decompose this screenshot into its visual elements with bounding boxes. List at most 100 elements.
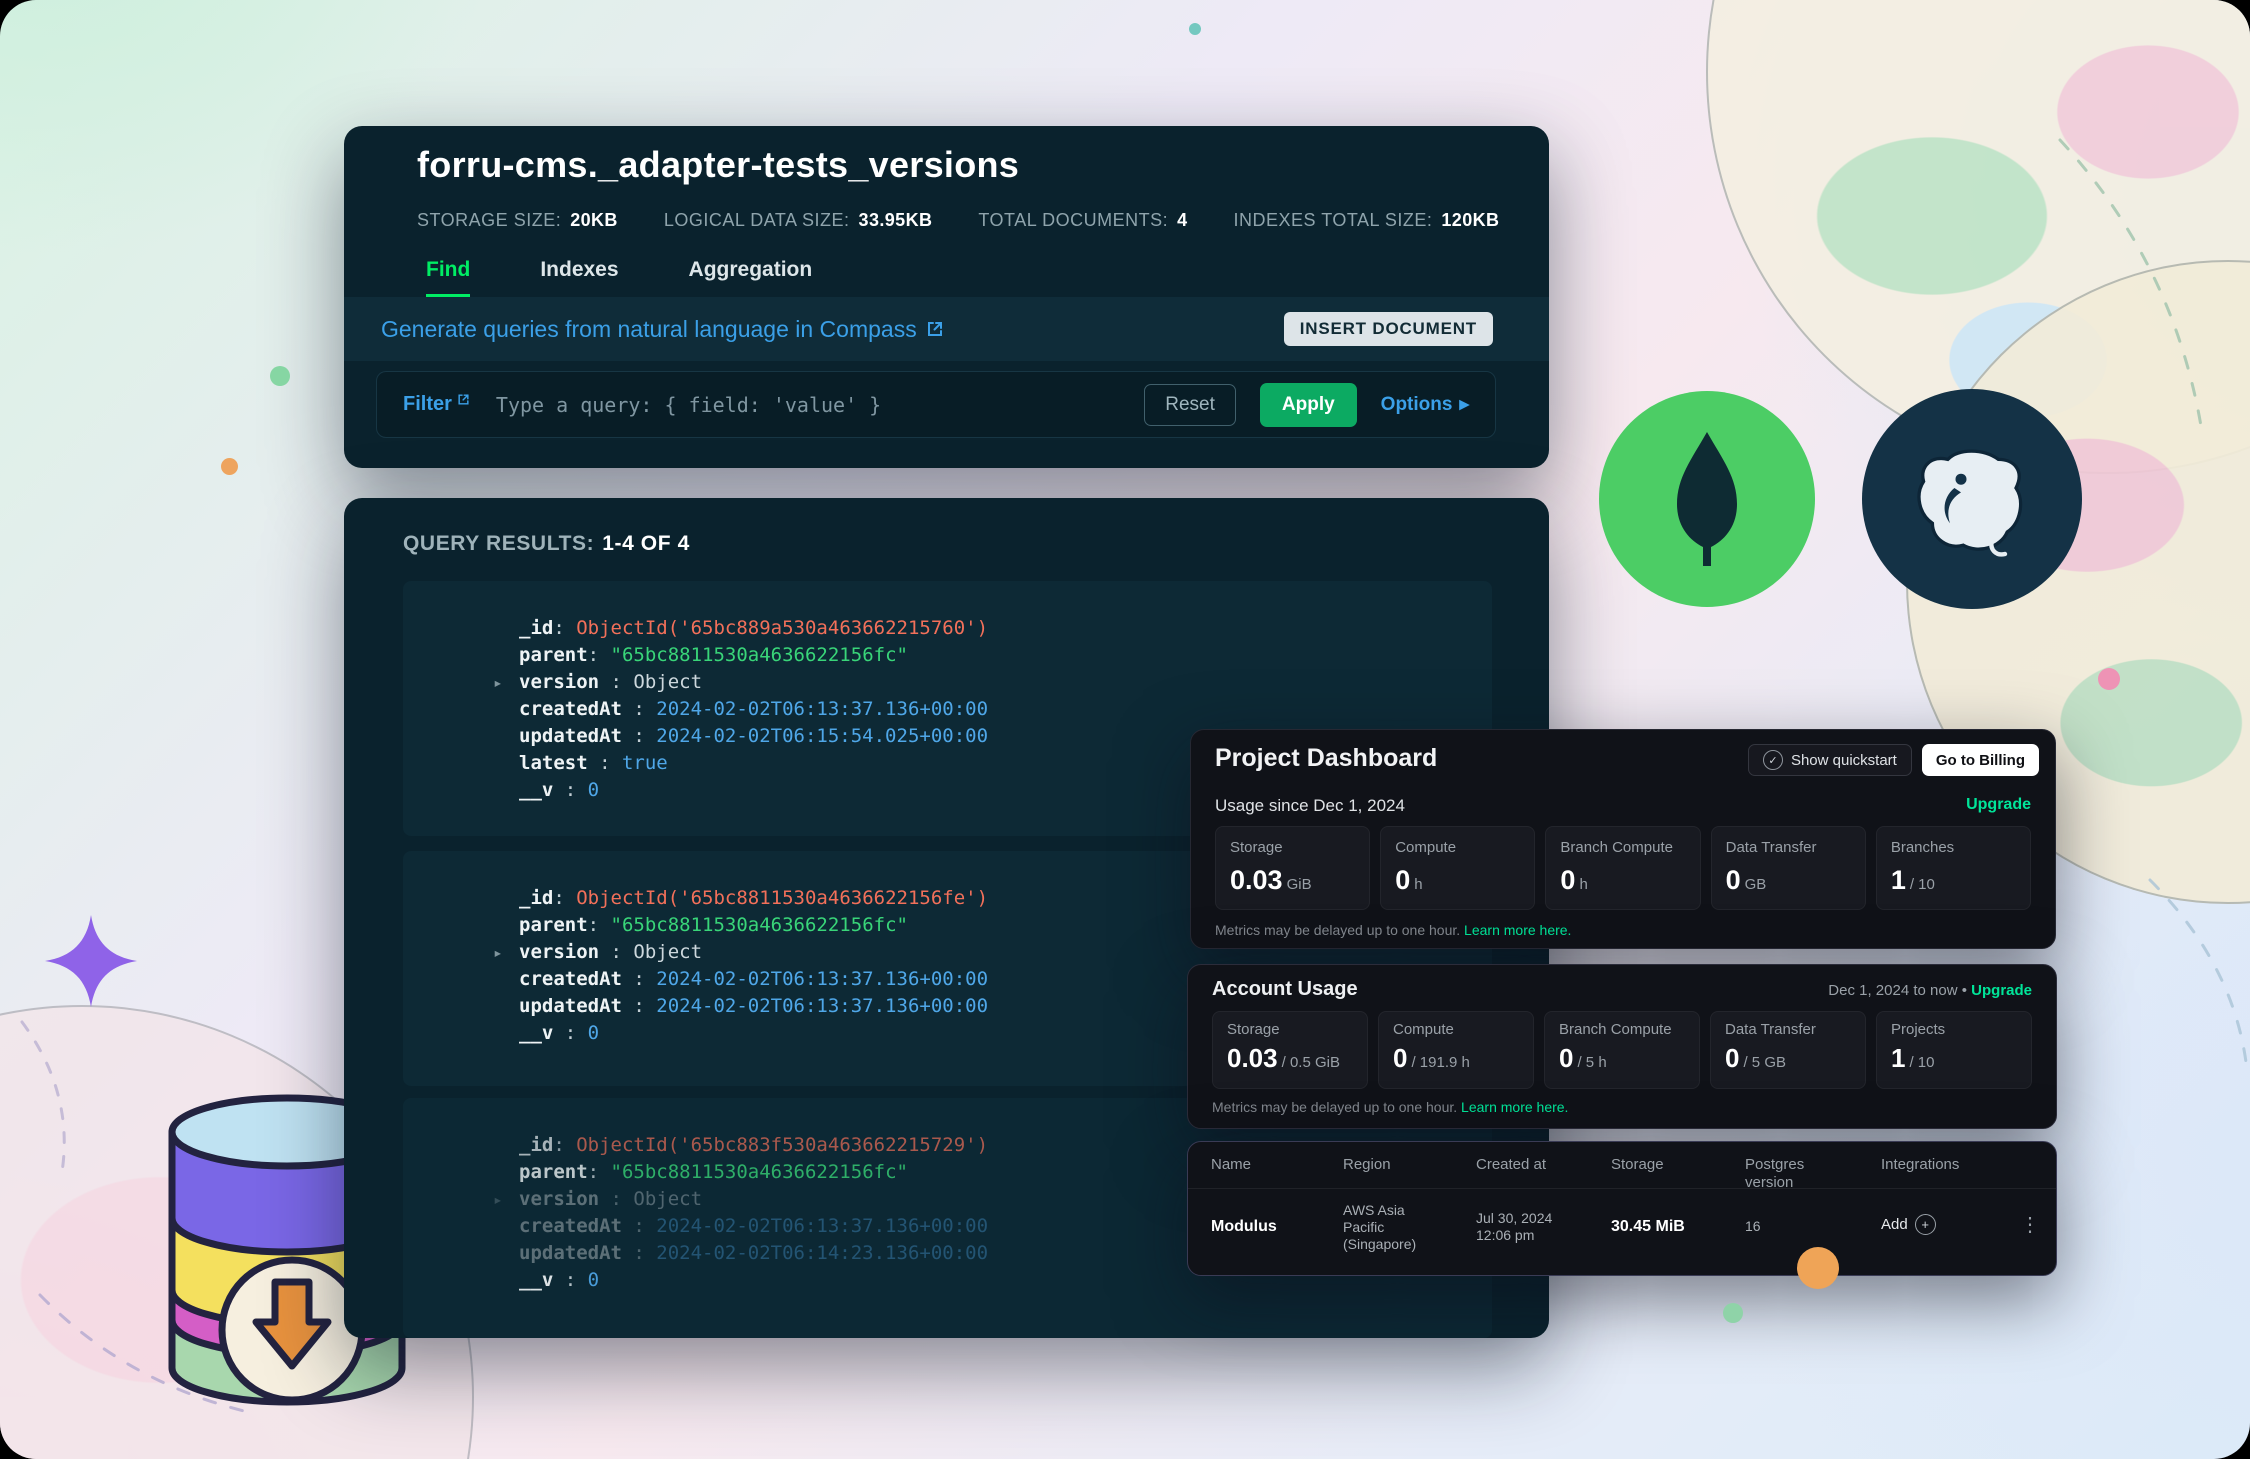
field-key: __v xyxy=(519,1269,553,1291)
project-postgres-version: 16 xyxy=(1745,1218,1761,1235)
col-header-created: Created at xyxy=(1476,1156,1546,1174)
go-to-billing-button[interactable]: Go to Billing xyxy=(1922,744,2039,776)
external-link-icon xyxy=(457,393,470,406)
query-input[interactable] xyxy=(494,392,1120,418)
orange-circle-decor xyxy=(1797,1247,1839,1289)
expand-caret-icon[interactable]: ▸ xyxy=(493,939,503,966)
field-value: 0 xyxy=(588,779,599,801)
field-value: true xyxy=(622,752,668,774)
usage-tile: Storage 0.03/ 0.5 GiB xyxy=(1212,1011,1368,1089)
field-value: 0 xyxy=(588,1269,599,1291)
stat-item: INDEXES TOTAL SIZE:120KB xyxy=(1234,210,1500,231)
plus-circle-icon: + xyxy=(1915,1214,1936,1235)
dashboard-actions: ✓ Show quickstart Go to Billing xyxy=(1748,744,2039,776)
usage-tile: Projects 1/ 10 xyxy=(1876,1011,2032,1089)
options-button[interactable]: Options ▸ xyxy=(1381,393,1469,416)
apply-button[interactable]: Apply xyxy=(1260,383,1357,427)
project-dashboard-panel: Project Dashboard ✓ Show quickstart Go t… xyxy=(1190,729,2056,949)
upgrade-link[interactable]: Upgrade xyxy=(1971,982,2032,999)
field-key: createdAt xyxy=(519,1215,622,1237)
metrics-note: Metrics may be delayed up to one hour. L… xyxy=(1215,922,1571,938)
account-usage-tiles: Storage 0.03/ 0.5 GiB Compute 0/ 191.9 h… xyxy=(1212,1011,2032,1089)
show-quickstart-button[interactable]: ✓ Show quickstart xyxy=(1748,744,1912,776)
usage-tiles: Storage 0.03GiB Compute 0h Branch Comput… xyxy=(1215,826,2031,910)
stat-item: STORAGE SIZE:20KB xyxy=(417,210,618,231)
stat-item: TOTAL DOCUMENTS:4 xyxy=(978,210,1187,231)
natural-language-link[interactable]: Generate queries from natural language i… xyxy=(381,316,944,343)
col-header-name: Name xyxy=(1211,1156,1251,1174)
field-value: Object xyxy=(633,671,702,693)
document-field-row: ▸version : Object xyxy=(519,669,1452,696)
postgresql-logo xyxy=(1862,389,2082,609)
project-storage: 30.45 MiB xyxy=(1611,1218,1685,1235)
col-header-integrations: Integrations xyxy=(1881,1156,1959,1174)
field-value: 2024-02-02T06:14:23.136+00:00 xyxy=(656,1242,988,1264)
project-created-at: Jul 30, 2024 12:06 pm xyxy=(1476,1210,1588,1244)
usage-tile: Compute 0h xyxy=(1380,826,1535,910)
row-menu-kebab-icon[interactable]: ⋮ xyxy=(2020,1212,2040,1237)
field-value: ObjectId('65bc8811530a4636622156fe') xyxy=(576,887,988,909)
document-field-row: ▸_id: ObjectId('65bc889a530a463662215760… xyxy=(519,615,1452,642)
field-key: __v xyxy=(519,779,553,801)
account-usage-panel: Account Usage Dec 1, 2024 to now • Upgra… xyxy=(1187,964,2057,1129)
project-region: AWS Asia Pacific (Singapore) xyxy=(1343,1202,1433,1253)
check-circle-icon: ✓ xyxy=(1763,750,1783,770)
query-bar-strip: Generate queries from natural language i… xyxy=(344,297,1549,361)
usage-period-label: Usage since Dec 1, 2024 xyxy=(1215,796,1405,816)
usage-tile: Data Transfer 0/ 5 GB xyxy=(1710,1011,1866,1089)
field-key: version xyxy=(519,941,599,963)
upgrade-link[interactable]: Upgrade xyxy=(1966,796,2031,814)
reset-button[interactable]: Reset xyxy=(1144,384,1236,426)
metrics-note: Metrics may be delayed up to one hour. L… xyxy=(1212,1099,1568,1115)
field-key: version xyxy=(519,671,599,693)
filter-link[interactable]: Filter xyxy=(403,393,470,416)
usage-tile: Storage 0.03GiB xyxy=(1215,826,1370,910)
col-header-postgres-version: Postgres version xyxy=(1745,1156,1825,1192)
field-key: createdAt xyxy=(519,698,622,720)
field-value: 0 xyxy=(588,1022,599,1044)
account-usage-period: Dec 1, 2024 to now • Upgrade xyxy=(1828,982,2032,999)
field-key: __v xyxy=(519,1022,553,1044)
projects-table-panel: Name Region Created at Storage Postgres … xyxy=(1187,1141,2057,1276)
stat-item: LOGICAL DATA SIZE:33.95KB xyxy=(664,210,933,231)
compass-collection-panel: forru-cms._adapter-tests_versions STORAG… xyxy=(344,126,1549,468)
insert-document-button[interactable]: INSERT DOCUMENT xyxy=(1284,312,1493,346)
green-dot-decor xyxy=(1723,1303,1743,1323)
usage-tile: Compute 0/ 191.9 h xyxy=(1378,1011,1534,1089)
bullet-icon: • xyxy=(1962,982,1967,999)
external-link-icon xyxy=(926,320,944,338)
field-value: "65bc8811530a4636622156fc" xyxy=(611,644,908,666)
green-dot-decor xyxy=(270,366,290,386)
table-divider xyxy=(1188,1188,2056,1189)
learn-more-link[interactable]: Learn more here. xyxy=(1461,1099,1568,1115)
col-header-storage: Storage xyxy=(1611,1156,1664,1174)
field-value: ObjectId('65bc883f530a463662215729') xyxy=(576,1134,988,1156)
orange-dot-decor xyxy=(221,458,238,475)
collection-tab[interactable]: Indexes xyxy=(540,246,618,297)
field-key: latest xyxy=(519,752,588,774)
field-value: 2024-02-02T06:15:54.025+00:00 xyxy=(656,725,988,747)
field-key: parent xyxy=(519,914,588,936)
collection-tab[interactable]: Aggregation xyxy=(689,246,813,297)
field-key: createdAt xyxy=(519,968,622,990)
document-field-row: ▸createdAt : 2024-02-02T06:13:37.136+00:… xyxy=(519,696,1452,723)
field-key: parent xyxy=(519,1161,588,1183)
field-value: "65bc8811530a4636622156fc" xyxy=(611,914,908,936)
expand-caret-icon[interactable]: ▸ xyxy=(493,669,503,696)
expand-caret-icon[interactable]: ▸ xyxy=(493,1186,503,1213)
add-integration-button[interactable]: Add + xyxy=(1881,1214,1936,1235)
usage-tile: Branch Compute 0h xyxy=(1545,826,1700,910)
field-value: 2024-02-02T06:13:37.136+00:00 xyxy=(656,995,988,1017)
usage-tile: Data Transfer 0GB xyxy=(1711,826,1866,910)
collection-stats: STORAGE SIZE:20KB LOGICAL DATA SIZE:33.9… xyxy=(417,210,1499,231)
mongodb-logo xyxy=(1599,391,1815,607)
field-key: _id xyxy=(519,617,553,639)
learn-more-link[interactable]: Learn more here. xyxy=(1464,922,1571,938)
mongodb-leaf-icon xyxy=(1647,424,1767,574)
field-value: ObjectId('65bc889a530a463662215760') xyxy=(576,617,988,639)
collection-tab[interactable]: Find xyxy=(426,246,470,297)
pink-dot-decor xyxy=(2098,668,2120,690)
field-value: 2024-02-02T06:13:37.136+00:00 xyxy=(656,968,988,990)
project-name[interactable]: Modulus xyxy=(1211,1218,1277,1235)
dashboard-title: Project Dashboard xyxy=(1215,744,1437,773)
